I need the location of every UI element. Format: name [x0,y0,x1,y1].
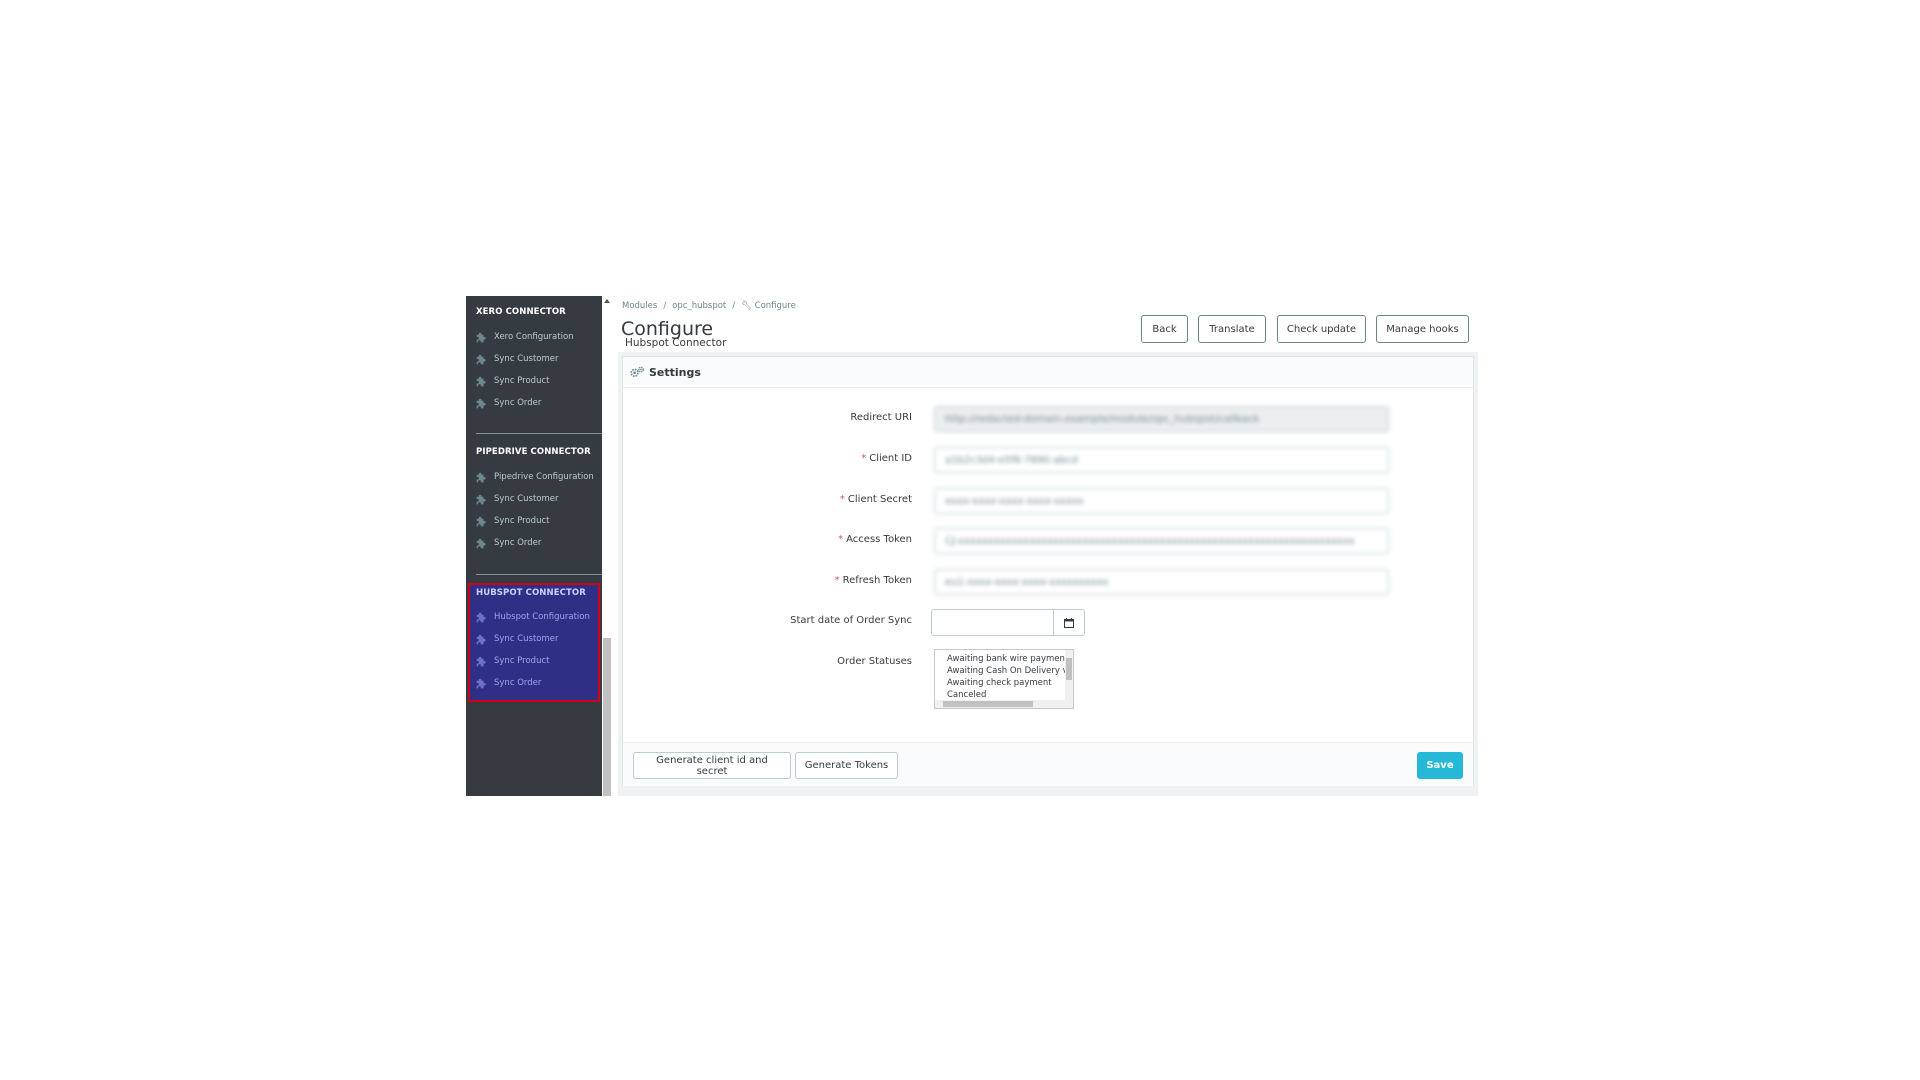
sidebar-item-label: Sync Product [494,376,550,386]
sidebar-section-title-xero: XERO CONNECTOR [476,307,566,317]
refresh-token-input[interactable] [934,569,1389,595]
sidebar-item-label: Hubspot Configuration [494,612,590,622]
redirect-uri-label: Redirect URI [662,412,912,423]
puzzle-piece-icon [476,678,486,688]
scrollbar-thumb[interactable] [603,638,611,796]
sidebar-item-pipedrive-sync-product[interactable]: Sync Product [476,512,549,530]
required-asterisk: * [834,575,840,586]
puzzle-piece-icon [476,472,486,482]
breadcrumb-item-modules[interactable]: Modules [622,301,657,311]
select-horizontal-scrollbar[interactable] [935,700,1065,708]
puzzle-piece-icon [476,612,486,622]
sidebar-item-label: Sync Customer [494,494,559,504]
label-text: Refresh Token [842,575,912,586]
wrench-icon: 🔧︎ [741,301,752,311]
sidebar-item-label: Xero Configuration [494,332,574,342]
breadcrumb-separator: / [663,301,667,311]
select-vertical-scrollbar[interactable] [1065,650,1073,708]
puzzle-piece-icon [476,494,486,504]
client-id-label: * Client ID [662,453,912,464]
gears-icon [630,366,644,378]
puzzle-piece-icon [476,376,486,386]
client-secret-label: * Client Secret [662,494,912,505]
breadcrumb-current-label: Configure [754,301,796,311]
sidebar-item-xero-sync-customer[interactable]: Sync Customer [476,350,558,368]
sidebar-section-title-pipedrive: PIPEDRIVE CONNECTOR [476,447,591,457]
puzzle-piece-icon [476,354,486,364]
scrollbar-thumb[interactable] [943,701,1033,707]
sidebar-item-xero-sync-order[interactable]: Sync Order [476,394,541,412]
puzzle-piece-icon [476,516,486,526]
sidebar-divider [476,574,602,575]
sidebar-item-label: Sync Product [494,656,550,666]
puzzle-piece-icon [476,656,486,666]
scroll-up-arrow-icon[interactable] [604,299,610,303]
refresh-token-label: * Refresh Token [662,575,912,586]
calendar-button[interactable] [1053,609,1085,636]
breadcrumb: Modules / opc_hubspot / 🔧︎ Configure [622,301,796,311]
client-secret-input[interactable] [934,488,1389,514]
puzzle-piece-icon [476,398,486,408]
sidebar-item-hubspot-sync-product[interactable]: Sync Product [476,652,549,670]
sidebar-item-pipedrive-sync-order[interactable]: Sync Order [476,534,541,552]
order-statuses-label: Order Statuses [837,656,912,667]
sidebar-item-hubspot-sync-order[interactable]: Sync Order [476,674,541,692]
sidebar-item-label: Pipedrive Configuration [494,472,594,482]
sidebar-section-title-hubspot: HUBSPOT CONNECTOR [476,588,586,598]
puzzle-piece-icon [476,332,486,342]
generate-client-id-secret-button[interactable]: Generate client id and secret [633,752,791,779]
order-status-option[interactable]: Awaiting check payment [935,677,1073,689]
access-token-label: * Access Token [662,534,912,545]
puzzle-piece-icon [476,538,486,548]
calendar-icon [1064,617,1074,628]
required-asterisk: * [838,534,844,545]
order-statuses-select[interactable]: Awaiting bank wire payment Awaiting Cash… [934,649,1074,709]
sidebar-item-hubspot-configuration[interactable]: Hubspot Configuration [476,608,590,626]
sidebar-item-label: Sync Product [494,516,550,526]
scrollbar-thumb[interactable] [1066,658,1072,680]
sidebar-item-pipedrive-sync-customer[interactable]: Sync Customer [476,490,558,508]
start-date-input[interactable] [931,609,1053,636]
sidebar-item-xero-sync-product[interactable]: Sync Product [476,372,549,390]
sidebar-divider [476,433,602,434]
redirect-uri-input[interactable] [934,406,1389,432]
sidebar-item-label: Sync Customer [494,354,559,364]
sidebar-item-hubspot-sync-customer[interactable]: Sync Customer [476,630,558,648]
sidebar-item-label: Sync Order [494,678,542,688]
save-button[interactable]: Save [1417,752,1463,779]
label-text: Client ID [869,453,912,464]
breadcrumb-item-module[interactable]: opc_hubspot [672,301,726,311]
page-subtitle: Hubspot Connector [625,337,727,349]
generate-tokens-button[interactable]: Generate Tokens [795,752,898,779]
breadcrumb-item-configure: 🔧︎ Configure [741,301,796,311]
translate-button[interactable]: Translate [1198,315,1266,343]
sidebar-item-xero-configuration[interactable]: Xero Configuration [476,328,574,346]
order-status-option[interactable]: Awaiting Cash On Delivery validation [935,665,1073,677]
sidebar-scrollbar[interactable] [602,296,612,796]
sidebar-item-label: Sync Order [494,538,542,548]
label-text: Redirect URI [850,412,912,423]
client-id-input[interactable] [934,447,1389,473]
sidebar-item-label: Sync Customer [494,634,559,644]
order-status-option[interactable]: Awaiting bank wire payment [935,653,1073,665]
puzzle-piece-icon [476,634,486,644]
start-date-label: Start date of Order Sync [790,615,912,626]
sidebar-item-pipedrive-configuration[interactable]: Pipedrive Configuration [476,468,594,486]
panel-heading-label: Settings [649,365,701,379]
access-token-input[interactable] [934,528,1389,554]
required-asterisk: * [839,494,845,505]
sidebar-item-label: Sync Order [494,398,542,408]
check-update-button[interactable]: Check update [1277,315,1366,343]
label-text: Access Token [846,534,912,545]
manage-hooks-button[interactable]: Manage hooks [1376,315,1469,343]
back-button[interactable]: Back [1141,315,1188,343]
breadcrumb-separator: / [732,301,736,311]
required-asterisk: * [861,453,867,464]
label-text: Client Secret [847,494,912,505]
panel-heading: Settings [623,357,1473,388]
